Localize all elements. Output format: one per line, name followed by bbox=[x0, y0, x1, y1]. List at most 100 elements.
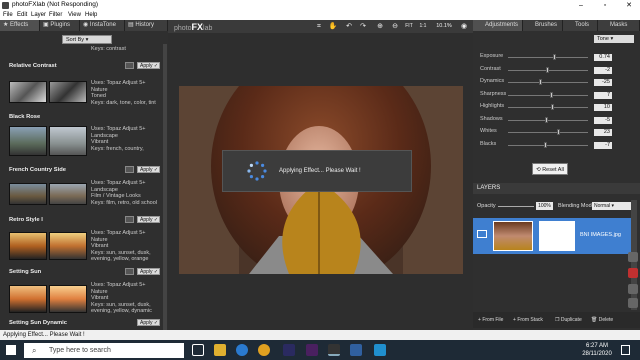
visibility-icon[interactable] bbox=[477, 230, 487, 238]
taskbar-clock[interactable]: 6:27 AM 28/11/2020 bbox=[580, 342, 614, 358]
apply-button[interactable]: Apply ✓ bbox=[137, 319, 160, 326]
opacity-slider[interactable] bbox=[498, 206, 534, 207]
video-icon[interactable] bbox=[628, 268, 638, 278]
slider-value[interactable]: -2 bbox=[594, 66, 612, 74]
slider-handle[interactable] bbox=[553, 54, 557, 60]
apply-button[interactable]: Apply ✓ bbox=[137, 268, 160, 275]
apply-button[interactable]: Apply ✓ bbox=[137, 216, 160, 223]
menu-help[interactable]: Help bbox=[85, 12, 97, 18]
tab-brushes[interactable]: Brushes bbox=[523, 20, 563, 31]
camera-icon[interactable] bbox=[628, 252, 638, 262]
tab-masks[interactable]: Masks bbox=[598, 20, 640, 31]
effect-description: Uses: Topaz Adjust 5+ Landscape Vibrant … bbox=[91, 126, 146, 152]
slider-handle[interactable] bbox=[546, 66, 550, 73]
zoom-out-icon[interactable]: ⊖ bbox=[390, 22, 400, 31]
slider-value[interactable]: 0.74 bbox=[594, 54, 612, 61]
photofxlab-taskbar-icon[interactable] bbox=[328, 344, 340, 356]
edge-icon[interactable] bbox=[236, 344, 248, 356]
effect-thumbnail-before bbox=[9, 232, 47, 260]
image-icon[interactable] bbox=[628, 284, 638, 294]
effect-settings-icon[interactable] bbox=[125, 62, 134, 69]
apply-label: Apply bbox=[140, 320, 153, 326]
effect-settings-icon[interactable] bbox=[125, 216, 134, 223]
from-file-button[interactable]: + From File bbox=[478, 317, 503, 323]
crop-icon[interactable]: ⌗ bbox=[314, 22, 324, 31]
opacity-label: Opacity bbox=[477, 203, 496, 209]
slider-track[interactable] bbox=[508, 57, 588, 58]
tab-history-label: History bbox=[135, 22, 155, 28]
chrome-icon[interactable] bbox=[258, 344, 270, 356]
duplicate-button[interactable]: ❐ Duplicate bbox=[555, 317, 582, 323]
taskbar-search[interactable]: ⌕ Type here to search bbox=[24, 343, 184, 358]
menu-view[interactable]: View bbox=[68, 12, 81, 18]
blend-mode-label: Blending Mode bbox=[558, 203, 595, 209]
blend-mode-select[interactable]: Normal ▾ bbox=[592, 202, 632, 210]
slider-value[interactable]: -25 bbox=[594, 79, 612, 86]
menu-layer[interactable]: Layer bbox=[31, 12, 46, 18]
slider-handle[interactable] bbox=[544, 116, 548, 123]
effect-settings-icon[interactable] bbox=[125, 166, 134, 173]
maximize-button[interactable]: ▫ bbox=[594, 0, 616, 11]
effects-scrollbar[interactable] bbox=[163, 44, 167, 344]
tab-plugins[interactable]: ▣ Plugins bbox=[40, 20, 80, 31]
close-button[interactable]: ✕ bbox=[618, 0, 640, 11]
slider-track[interactable] bbox=[508, 132, 588, 133]
gear-icon[interactable] bbox=[628, 298, 638, 308]
notification-icon[interactable] bbox=[621, 345, 630, 355]
photoshop-icon[interactable] bbox=[350, 344, 362, 356]
effect-settings-icon[interactable] bbox=[125, 268, 134, 275]
delete-label: Delete bbox=[598, 317, 614, 323]
slider-track[interactable] bbox=[508, 119, 588, 121]
tab-tools[interactable]: Tools bbox=[563, 20, 598, 31]
slider-track[interactable] bbox=[508, 107, 588, 108]
windows-start-icon[interactable] bbox=[6, 345, 16, 355]
delete-button[interactable]: 🗑 Delete bbox=[591, 317, 613, 323]
slider-value[interactable]: 10 bbox=[594, 104, 612, 111]
tab-effects[interactable]: ★ Effects bbox=[0, 20, 40, 31]
effect-keys: Keys: contrast bbox=[91, 46, 126, 52]
menu-filter[interactable]: Filter bbox=[49, 12, 62, 18]
tone-select[interactable]: Tone ▾ bbox=[594, 35, 634, 43]
minimize-button[interactable]: – bbox=[570, 0, 592, 11]
slider-handle[interactable] bbox=[551, 104, 554, 110]
sort-by-select[interactable]: Sort By ▾ bbox=[62, 35, 112, 44]
slider-value[interactable]: 23 bbox=[594, 129, 612, 136]
task-view-icon[interactable] bbox=[192, 344, 204, 356]
apply-button[interactable]: Apply ✓ bbox=[137, 62, 160, 69]
layer-row[interactable]: BNI IMAGES.jpg bbox=[473, 218, 631, 254]
slider-track[interactable] bbox=[508, 94, 588, 96]
slider-handle[interactable] bbox=[539, 79, 542, 85]
premiere-icon[interactable] bbox=[306, 344, 318, 356]
slider-value[interactable]: -5 bbox=[594, 116, 612, 124]
tab-history[interactable]: ▤ History bbox=[125, 20, 168, 31]
slider-handle[interactable] bbox=[543, 141, 547, 148]
tab-instatone[interactable]: ◉ InstaTone bbox=[80, 20, 125, 31]
logo-part-fx: FX bbox=[191, 22, 204, 32]
slider-handle[interactable] bbox=[550, 91, 554, 98]
slider-value[interactable]: -7 bbox=[594, 141, 612, 149]
redo-icon[interactable]: ↷ bbox=[358, 22, 368, 31]
opacity-value[interactable]: 100% bbox=[536, 202, 553, 210]
slider-track[interactable] bbox=[508, 144, 588, 146]
zoom-in-icon[interactable]: ⊕ bbox=[375, 22, 385, 31]
file-explorer-icon[interactable] bbox=[214, 344, 226, 356]
store-icon[interactable] bbox=[374, 344, 386, 356]
menu-file[interactable]: File bbox=[3, 12, 13, 18]
slider-track[interactable] bbox=[508, 82, 588, 83]
slider-handle[interactable] bbox=[556, 129, 560, 135]
info-icon[interactable]: ◉ bbox=[459, 22, 469, 31]
undo-icon[interactable]: ↶ bbox=[344, 22, 354, 31]
actual-size-button[interactable]: 1:1 bbox=[418, 22, 428, 31]
fit-button[interactable]: FIT bbox=[402, 22, 416, 31]
effect-thumbnail-after bbox=[49, 81, 87, 103]
slider-value[interactable]: 7 bbox=[594, 91, 612, 99]
app-icon[interactable] bbox=[283, 344, 295, 356]
progress-dialog: Applying Effect... Please Wait ! bbox=[222, 150, 412, 192]
tab-adjustments[interactable]: Adjustments bbox=[473, 20, 523, 31]
hand-icon[interactable]: ✋ bbox=[328, 22, 338, 31]
menu-edit[interactable]: Edit bbox=[17, 12, 27, 18]
reset-all-button[interactable]: ⟲ Reset All bbox=[532, 163, 568, 175]
apply-button[interactable]: Apply ✓ bbox=[137, 166, 160, 173]
from-stack-button[interactable]: + From Stack bbox=[513, 317, 543, 323]
effect-description: Uses: Topaz Adjust 5+ Nature Toned Keys:… bbox=[91, 80, 156, 106]
